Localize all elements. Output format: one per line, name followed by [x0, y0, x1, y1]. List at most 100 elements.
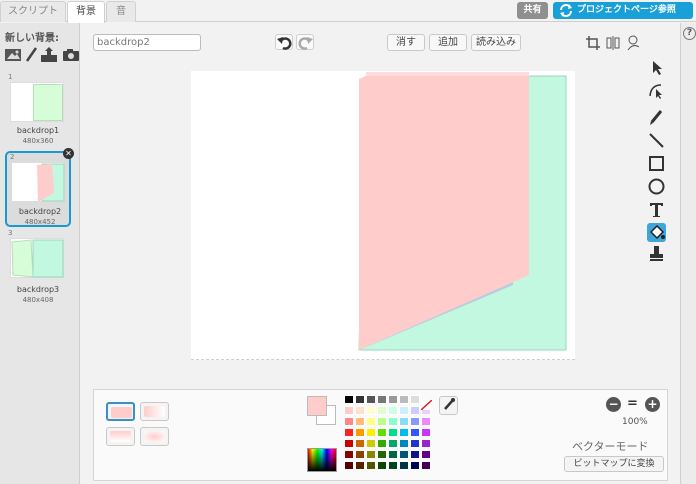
backdrop-thumbnail-1[interactable]: 1 backdrop1 480x360 — [5, 73, 71, 147]
palette-swatch[interactable] — [377, 395, 387, 404]
palette-swatch[interactable] — [366, 428, 376, 437]
palette-swatch[interactable] — [399, 439, 409, 448]
palette-swatch[interactable] — [410, 428, 420, 437]
zoom-reset-button[interactable]: = — [625, 397, 640, 412]
palette-swatch[interactable] — [388, 406, 398, 415]
palette-swatch[interactable] — [421, 461, 431, 470]
palette-swatch[interactable] — [388, 428, 398, 437]
palette-swatch[interactable] — [355, 395, 365, 404]
palette-swatch[interactable] — [344, 461, 354, 470]
tab-sounds[interactable]: 音 — [106, 1, 136, 22]
drawing-canvas[interactable] — [191, 71, 575, 360]
paint-editor: 消す 追加 読み込み — [81, 23, 680, 484]
add-button[interactable]: 追加 — [429, 34, 467, 51]
camera-icon[interactable] — [62, 47, 80, 63]
see-project-page-button[interactable]: プロジェクトページ参照 — [553, 2, 693, 19]
select-tool[interactable] — [647, 58, 666, 77]
palette-swatch[interactable] — [366, 395, 376, 404]
palette-swatch[interactable] — [388, 395, 398, 404]
palette-swatch[interactable] — [344, 395, 354, 404]
clear-button[interactable]: 消す — [387, 34, 425, 51]
palette-swatch[interactable] — [366, 450, 376, 459]
help-icon[interactable]: ? — [683, 27, 696, 40]
palette-swatch[interactable] — [410, 461, 420, 470]
palette-swatch[interactable] — [410, 450, 420, 459]
zoom-in-button[interactable]: + — [645, 397, 660, 412]
palette-swatch[interactable] — [410, 406, 420, 415]
palette-swatch[interactable] — [344, 417, 354, 426]
palette-swatch[interactable] — [410, 395, 420, 404]
tab-scripts[interactable]: スクリプト — [0, 1, 66, 22]
palette-swatch[interactable] — [421, 450, 431, 459]
delete-backdrop-button[interactable]: ✕ — [63, 148, 74, 159]
palette-swatch[interactable] — [355, 450, 365, 459]
upload-icon[interactable] — [40, 47, 58, 63]
palette-swatch[interactable] — [377, 450, 387, 459]
palette-swatch[interactable] — [355, 461, 365, 470]
palette-swatch[interactable] — [366, 406, 376, 415]
palette-swatch[interactable] — [399, 450, 409, 459]
palette-swatch[interactable] — [421, 417, 431, 426]
reshape-tool[interactable] — [647, 81, 666, 100]
palette-swatch[interactable] — [344, 439, 354, 448]
palette-swatch[interactable] — [399, 417, 409, 426]
vertical-gradient-button[interactable] — [106, 427, 135, 446]
ellipse-tool[interactable] — [647, 177, 666, 196]
redo-button[interactable] — [296, 34, 314, 50]
stamp-tool[interactable] — [647, 244, 666, 263]
set-costume-center-icon[interactable] — [625, 35, 643, 55]
palette-swatch[interactable] — [410, 439, 420, 448]
palette-swatch[interactable] — [377, 461, 387, 470]
flip-horizontal-icon[interactable] — [604, 35, 622, 55]
palette-swatch[interactable] — [388, 417, 398, 426]
costume-name-input[interactable] — [93, 34, 201, 51]
backdrop-index: 1 — [8, 73, 13, 81]
eyedropper-button[interactable] — [439, 396, 458, 415]
palette-swatch[interactable] — [355, 417, 365, 426]
palette-swatch[interactable] — [399, 428, 409, 437]
primary-color-swatch[interactable] — [307, 396, 327, 416]
palette-swatch[interactable] — [344, 428, 354, 437]
share-button[interactable]: 共有 — [517, 2, 548, 19]
palette-swatch[interactable] — [355, 439, 365, 448]
zoom-out-button[interactable]: − — [606, 397, 621, 412]
pencil-tool[interactable] — [647, 108, 666, 127]
transparent-swatch[interactable] — [420, 395, 433, 414]
palette-swatch[interactable] — [399, 395, 409, 404]
palette-swatch[interactable] — [366, 417, 376, 426]
palette-swatch[interactable] — [366, 461, 376, 470]
backdrop-thumbnail-2[interactable]: 2 ✕ backdrop2 480x452 — [5, 148, 74, 227]
crop-icon[interactable] — [585, 35, 601, 55]
line-tool[interactable] — [647, 131, 666, 150]
palette-swatch[interactable] — [355, 406, 365, 415]
color-picker-button[interactable] — [307, 448, 337, 472]
palette-swatch[interactable] — [388, 450, 398, 459]
radial-gradient-button[interactable] — [140, 427, 169, 446]
import-button[interactable]: 読み込み — [471, 34, 521, 51]
palette-swatch[interactable] — [355, 428, 365, 437]
palette-swatch[interactable] — [388, 461, 398, 470]
undo-button[interactable] — [275, 34, 293, 50]
palette-swatch[interactable] — [344, 450, 354, 459]
image-library-icon[interactable] — [4, 47, 22, 63]
palette-swatch[interactable] — [421, 428, 431, 437]
palette-swatch[interactable] — [366, 439, 376, 448]
palette-swatch[interactable] — [377, 406, 387, 415]
palette-swatch[interactable] — [421, 439, 431, 448]
palette-swatch[interactable] — [410, 417, 420, 426]
text-tool[interactable] — [647, 200, 666, 219]
horizontal-gradient-button[interactable] — [140, 402, 169, 421]
convert-to-bitmap-button[interactable]: ビットマップに変換 — [564, 456, 664, 472]
palette-swatch[interactable] — [377, 439, 387, 448]
palette-swatch[interactable] — [388, 439, 398, 448]
palette-swatch[interactable] — [377, 428, 387, 437]
backdrop-thumbnail-3[interactable]: 3 backdrop3 480x408 — [5, 229, 71, 309]
fill-tool[interactable] — [647, 223, 666, 242]
rectangle-tool[interactable] — [647, 154, 666, 173]
palette-swatch[interactable] — [344, 406, 354, 415]
palette-swatch[interactable] — [399, 406, 409, 415]
solid-fill-button[interactable] — [106, 402, 135, 421]
palette-swatch[interactable] — [377, 417, 387, 426]
palette-swatch[interactable] — [399, 461, 409, 470]
tab-backdrops[interactable]: 背景 — [67, 1, 105, 23]
